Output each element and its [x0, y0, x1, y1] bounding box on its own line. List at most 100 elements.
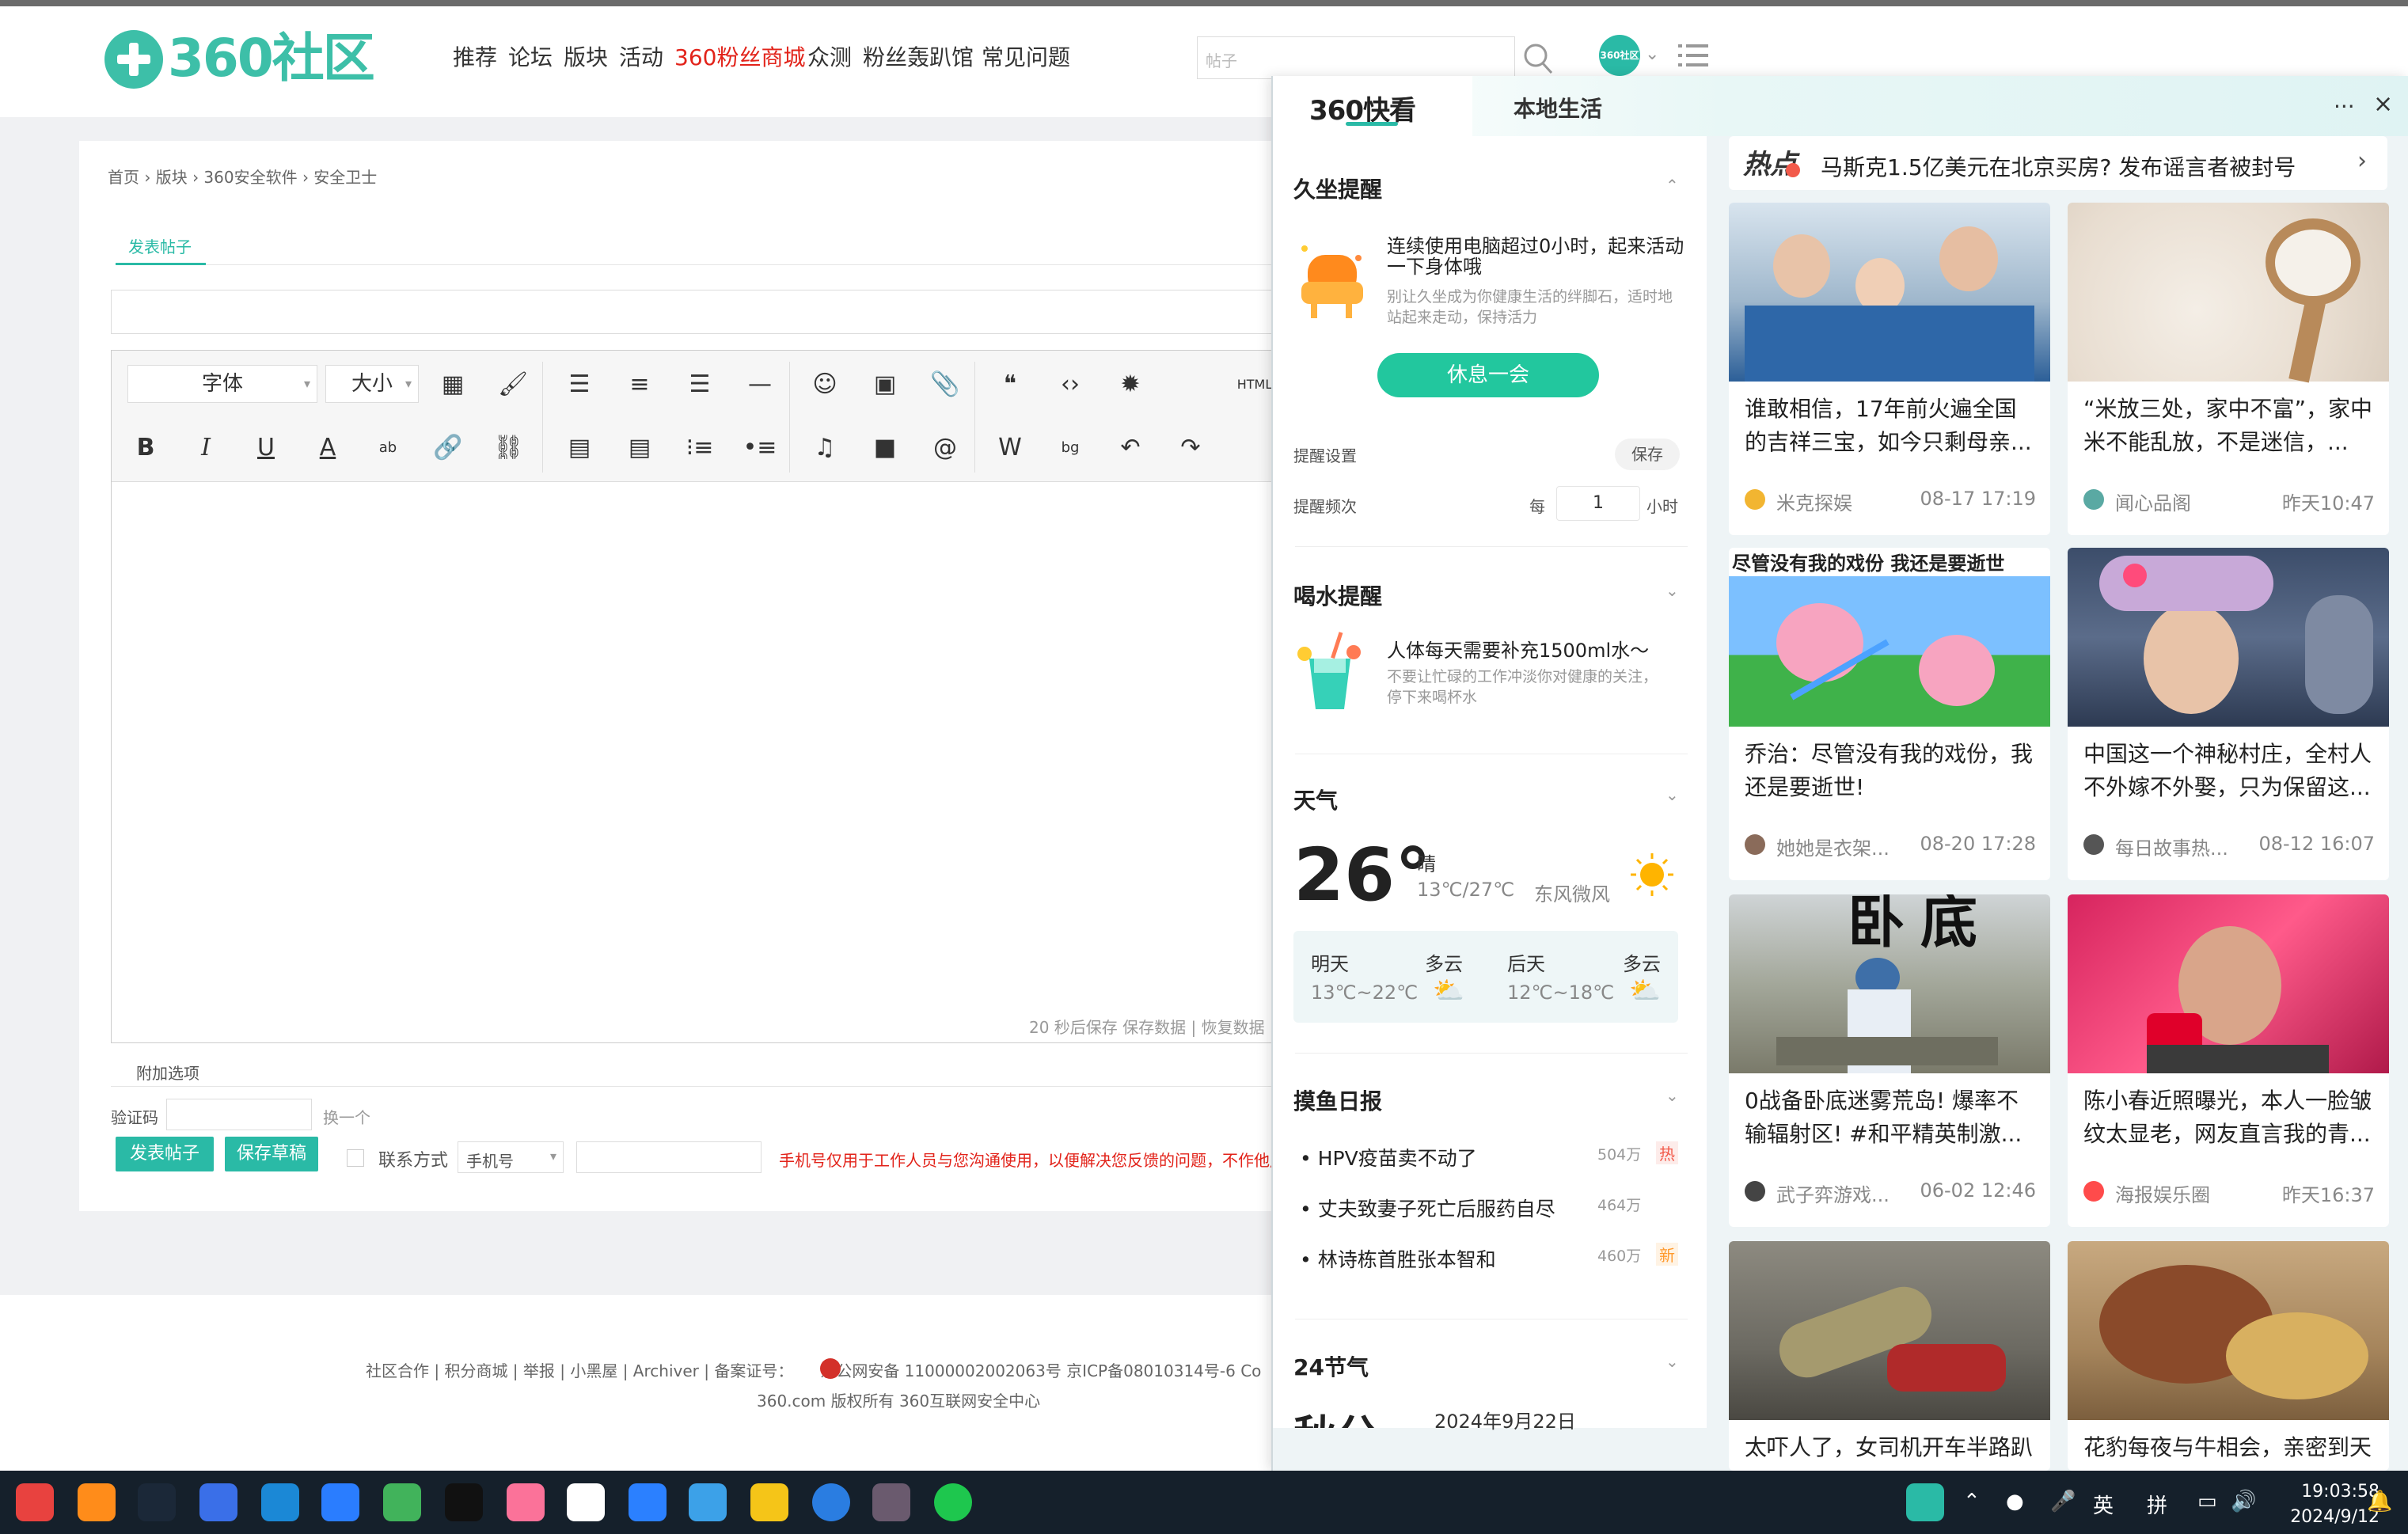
italic-icon[interactable]: I — [188, 430, 224, 466]
qq-icon[interactable] — [567, 1483, 605, 1521]
contact-type-select[interactable]: 手机号 — [458, 1141, 564, 1173]
free-icon[interactable]: ✹ — [1112, 366, 1149, 403]
underline-icon[interactable]: U — [248, 430, 284, 466]
undo-icon[interactable]: ↶ — [1112, 430, 1149, 466]
news-card[interactable]: 卧底 0战备卧底迷雾荒岛! 爆率不输辐射区! #和平精英制激... 武子弈游戏.… — [1729, 894, 2050, 1227]
news-card[interactable]: 尽管没有我的戏份 我还是要逝世 乔治：尽管没有我的戏份，我还是要逝世! 她她是衣… — [1729, 548, 2050, 880]
clock-date[interactable]: 2024/9/12 — [2280, 1507, 2380, 1527]
footer-links-text[interactable]: 社区合作 | 积分商城 | 举报 | 小黑屋 | Archiver | 备案证号… — [366, 1361, 793, 1380]
redo-icon[interactable]: ↷ — [1172, 430, 1209, 466]
hot-topic-text[interactable]: 马斯克1.5亿美元在北京买房? 发布谣言者被封号 — [1821, 150, 2296, 182]
news-title[interactable]: 中国这一个神秘村庄，全村人不外嫁不外娶，只为保留这... — [2083, 738, 2376, 804]
news-card[interactable]: “米放三处，家中不富”，家中米不能乱放，不是迷信，... 闻心品阁 昨天10:4… — [2068, 203, 2389, 535]
rest-button[interactable]: 休息一会 — [1377, 353, 1599, 397]
tab-local-life[interactable]: 本地生活 — [1514, 92, 1602, 123]
ime-pinyin[interactable]: 拼 — [2147, 1490, 2167, 1519]
breadcrumb[interactable]: 首页 › 版块 › 360安全软件 › 安全卫士 — [108, 165, 377, 188]
footer-links[interactable]: 社区合作 | 积分商城 | 举报 | 小黑屋 | Archiver | 备案证号… — [366, 1358, 1261, 1381]
ime-english[interactable]: 英 — [2093, 1490, 2114, 1519]
steam-icon[interactable] — [138, 1483, 176, 1521]
nav-item-party[interactable]: 粉丝轰趴馆 — [863, 38, 974, 78]
moyu-item[interactable]: • HPV疫苗卖不动了 — [1300, 1143, 1477, 1171]
bg-icon[interactable]: bg — [1052, 430, 1088, 466]
bold-icon[interactable]: B — [127, 430, 164, 466]
volume-icon[interactable]: 🔊 — [2231, 1490, 2256, 1513]
news-card[interactable]: 中国这一个神秘村庄，全村人不外嫁不外娶，只为保留这... 每日故事热... 08… — [2068, 548, 2389, 880]
chevron-down-icon[interactable]: ⌄ — [1665, 785, 1679, 804]
logo-icon[interactable] — [104, 30, 163, 89]
monitor-icon[interactable]: ▭ — [2197, 1490, 2217, 1513]
align-right-icon[interactable]: ☰ — [682, 366, 718, 403]
list-icon[interactable] — [1677, 41, 1710, 70]
close-icon[interactable]: × — [2373, 90, 2393, 118]
icp-text[interactable]: 京公网安备 11000002002063号 京ICP备08010314号-6 C… — [820, 1361, 1261, 1380]
chevron-up-icon[interactable]: ⌃ — [1963, 1490, 1981, 1513]
news-title[interactable]: 谁敢相信，17年前火遍全国的吉祥三宝，如今只剩母亲... — [1745, 393, 2038, 459]
post-title-input[interactable] — [111, 290, 1282, 334]
chevron-down-icon[interactable]: ⌄ — [1665, 1352, 1679, 1371]
avatar[interactable]: 360社区 — [1599, 35, 1640, 76]
mention-icon[interactable]: @ — [927, 430, 963, 466]
kuaikan-tray-icon[interactable] — [1906, 1483, 1944, 1521]
epic-games-icon[interactable] — [445, 1483, 483, 1521]
cloud-drive-icon[interactable] — [199, 1483, 237, 1521]
music-icon[interactable]: ♫ — [807, 430, 843, 466]
news-title[interactable]: 0战备卧底迷雾荒岛! 爆率不输辐射区! #和平精英制激... — [1745, 1084, 2038, 1151]
nav-item-sections[interactable]: 版块 — [564, 38, 608, 78]
news-card[interactable]: 陈小春近照曝光，本人一脸皱纹太显老，网友直言我的青... 海报娱乐圈 昨天16:… — [2068, 894, 2389, 1227]
attachment-icon[interactable]: 📎 — [927, 366, 963, 403]
news-card[interactable]: 谁敢相信，17年前火遍全国的吉祥三宝，如今只剩母亲... 米克探娱 08-17 … — [1729, 203, 2050, 535]
g-app-icon[interactable] — [78, 1483, 116, 1521]
microphone-icon[interactable]: 🎤 — [2050, 1490, 2076, 1513]
news-title[interactable]: 太吓人了，女司机开车半路趴 — [1745, 1431, 2038, 1464]
chevron-up-icon[interactable]: ⌃ — [1665, 176, 1679, 195]
bilibili-icon[interactable] — [507, 1483, 545, 1521]
game-icon[interactable] — [689, 1483, 727, 1521]
news-title[interactable]: “米放三处，家中不富”，家中米不能乱放，不是迷信，... — [2083, 393, 2376, 459]
phone-input[interactable] — [576, 1141, 762, 1173]
extra-options-toggle[interactable]: 附加选项 — [136, 1061, 199, 1084]
float-left-icon[interactable]: ▤ — [561, 430, 598, 466]
chevron-down-icon[interactable]: ⌄ — [1665, 581, 1679, 600]
emoji-icon[interactable]: ☺ — [807, 366, 843, 403]
save-settings-button[interactable]: 保存 — [1615, 439, 1680, 470]
news-source[interactable]: 每日故事热... — [2115, 833, 2228, 860]
notes-icon[interactable] — [383, 1483, 421, 1521]
code-icon[interactable]: ‹› — [1052, 366, 1088, 403]
meitu-icon[interactable] — [321, 1483, 359, 1521]
news-title[interactable]: 乔治：尽管没有我的戏份，我还是要逝世! — [1745, 738, 2038, 804]
news-card[interactable]: 花豹每夜与牛相会，亲密到天 — [2068, 1241, 2389, 1471]
unlink-icon[interactable]: ⛓ — [490, 430, 526, 466]
feishu-icon[interactable] — [629, 1483, 667, 1521]
wechat-icon[interactable] — [934, 1483, 972, 1521]
nav-item-mall[interactable]: 360粉丝商城 — [674, 38, 805, 78]
link-icon[interactable]: 🔗 — [430, 430, 466, 466]
captcha-refresh-link[interactable]: 换一个 — [323, 1105, 370, 1128]
more-icon[interactable]: ··· — [2334, 93, 2355, 120]
news-source[interactable]: 米克探娱 — [1776, 488, 1852, 515]
browser-icon[interactable] — [261, 1483, 299, 1521]
frequency-input[interactable]: 1 — [1556, 486, 1640, 521]
news-source[interactable]: 海报娱乐圈 — [2115, 1179, 2210, 1207]
notification-icon[interactable]: 🔔 — [2367, 1490, 2392, 1513]
photo-app-icon[interactable] — [872, 1483, 910, 1521]
unordered-list-icon[interactable]: •≡ — [742, 430, 778, 466]
ordered-list-icon[interactable]: ⁝≡ — [682, 430, 718, 466]
chevron-down-icon[interactable]: ⌄ — [1665, 1086, 1679, 1105]
word-icon[interactable]: W — [992, 430, 1028, 466]
nav-item-test[interactable]: 众测 — [807, 38, 852, 78]
news-title[interactable]: 花豹每夜与牛相会，亲密到天 — [2083, 1431, 2376, 1464]
tray-app-icon[interactable]: ● — [2006, 1490, 2024, 1513]
360-browser-icon[interactable] — [812, 1483, 850, 1521]
submit-post-button[interactable]: 发表帖子 — [116, 1137, 214, 1171]
nav-item-recommend[interactable]: 推荐 — [453, 38, 497, 78]
background-color-icon[interactable]: ab — [370, 430, 406, 466]
image-icon[interactable]: ▣ — [867, 366, 903, 403]
video-icon[interactable]: ■ — [867, 430, 903, 466]
yellow-app-icon[interactable] — [750, 1483, 788, 1521]
chevron-down-icon[interactable]: ⌄ — [1645, 44, 1659, 64]
nav-item-activity[interactable]: 活动 — [619, 38, 663, 78]
float-right-icon[interactable]: ▤ — [621, 430, 658, 466]
search-icon[interactable] — [1521, 41, 1555, 76]
font-color-icon[interactable]: A — [310, 430, 346, 466]
